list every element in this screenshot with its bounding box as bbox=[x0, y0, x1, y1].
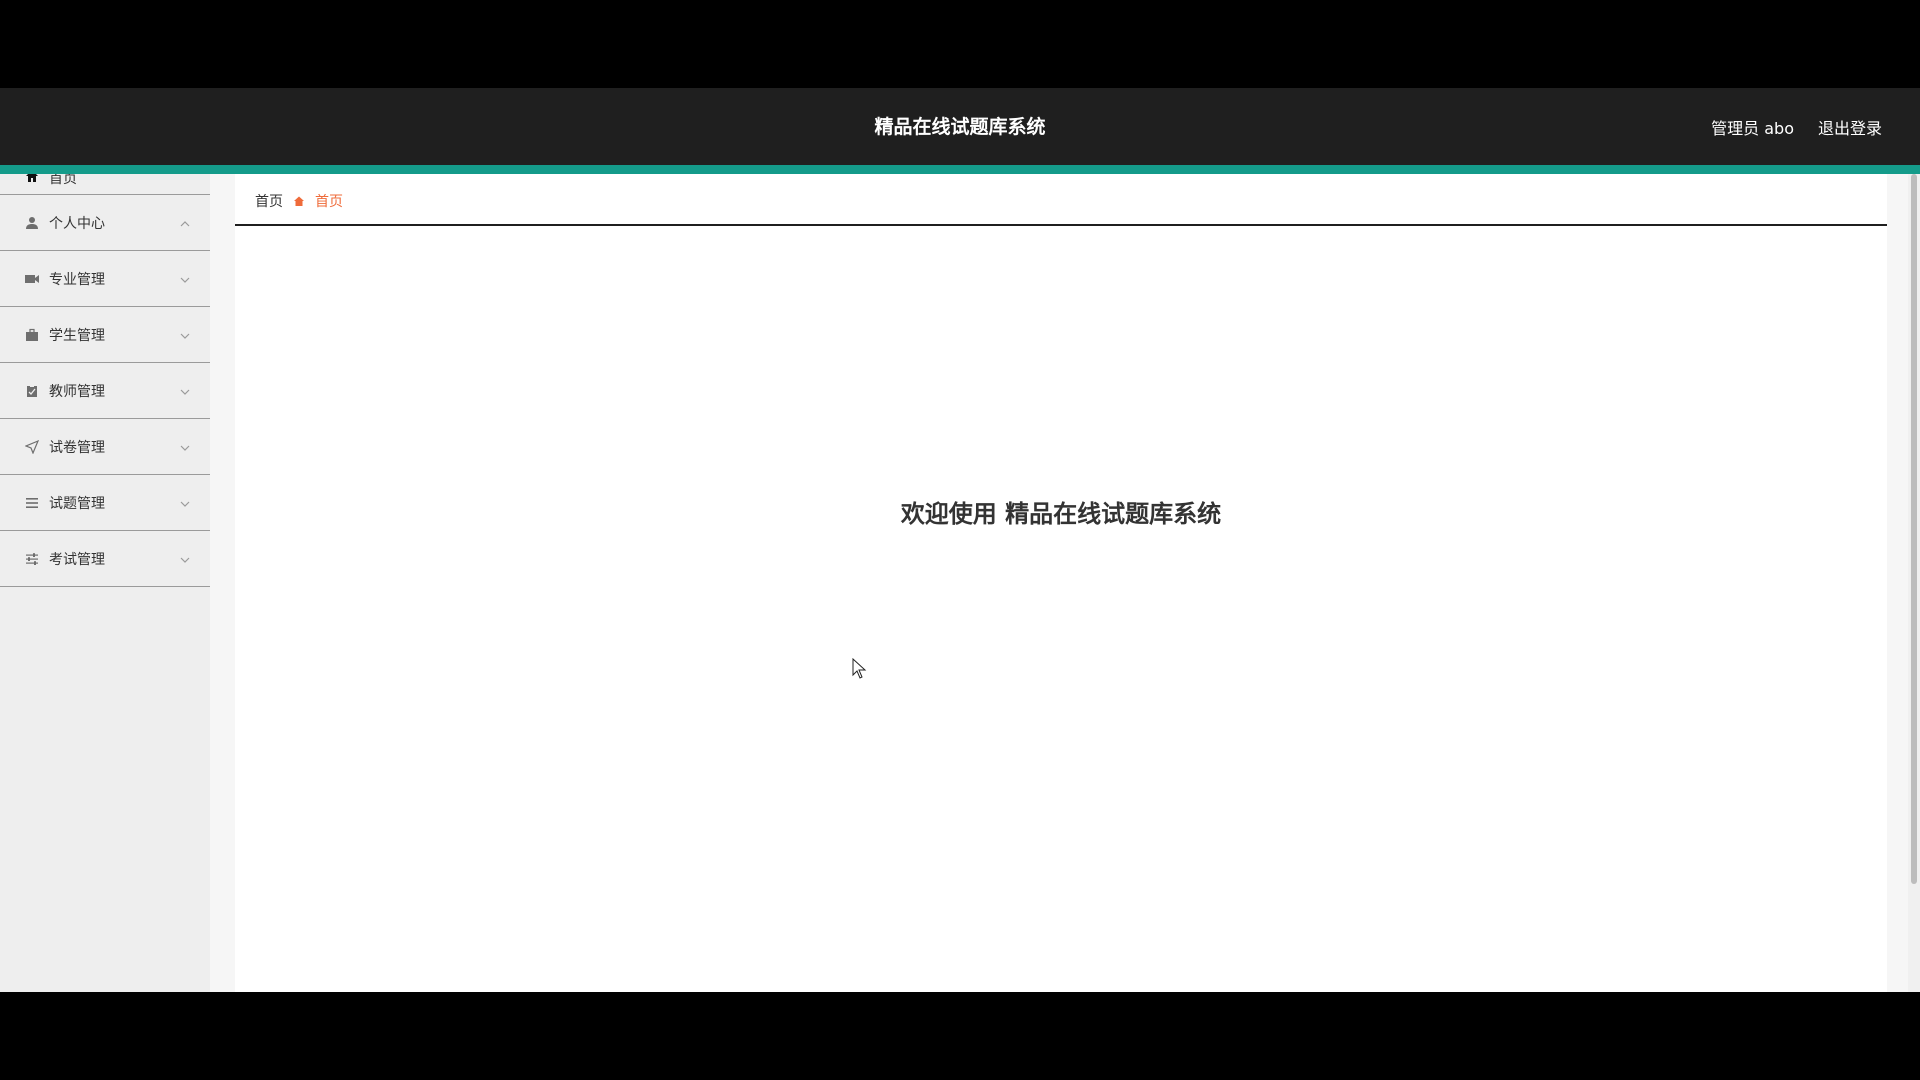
sidebar-item-major-management[interactable]: 专业管理 bbox=[0, 251, 210, 307]
logout-link[interactable]: 退出登录 bbox=[1818, 115, 1882, 139]
sidebar-item-label: 专业管理 bbox=[49, 271, 105, 288]
welcome-message: 欢迎使用 精品在线试题库系统 bbox=[900, 500, 1222, 528]
chevron-down-icon bbox=[180, 273, 190, 283]
breadcrumb-root[interactable]: 首页 bbox=[255, 191, 283, 211]
sidebar-item-teacher-management[interactable]: 教师管理 bbox=[0, 363, 210, 419]
video-icon bbox=[24, 271, 40, 287]
app-title: 精品在线试题库系统 bbox=[874, 116, 1046, 138]
sliders-icon bbox=[24, 551, 40, 567]
sidebar-item-paper-management[interactable]: 试卷管理 bbox=[0, 419, 210, 475]
sidebar-item-label: 个人中心 bbox=[49, 215, 105, 232]
chevron-down-icon bbox=[180, 497, 190, 507]
sidebar-item-exam-management[interactable]: 考试管理 bbox=[0, 531, 210, 587]
sidebar-item-label: 试卷管理 bbox=[49, 439, 105, 456]
scrollbar-thumb[interactable] bbox=[1911, 174, 1917, 884]
page-scrollbar[interactable] bbox=[1908, 174, 1920, 992]
home-icon bbox=[24, 174, 40, 184]
sidebar-item-label: 学生管理 bbox=[49, 327, 105, 344]
top-header: 精品在线试题库系统 管理员 abo 退出登录 bbox=[0, 88, 1920, 165]
home-icon bbox=[293, 195, 305, 207]
briefcase-icon bbox=[24, 327, 40, 343]
clipboard-icon bbox=[24, 383, 40, 399]
app-window: 精品在线试题库系统 管理员 abo 退出登录 首页 个人中心 专业管理 学生管理… bbox=[0, 88, 1920, 992]
list-icon bbox=[24, 495, 40, 511]
sidebar-item-label: 考试管理 bbox=[49, 551, 105, 568]
sidebar: 首页 个人中心 专业管理 学生管理 教师管理 试卷管理 试题管理 考试管理 bbox=[0, 174, 210, 992]
mouse-cursor-icon bbox=[852, 657, 868, 680]
sidebar-item-label: 教师管理 bbox=[49, 383, 105, 400]
header-accent-bar bbox=[0, 165, 1920, 174]
sidebar-item-home[interactable]: 首页 bbox=[0, 174, 210, 195]
breadcrumb-current: 首页 bbox=[315, 194, 343, 210]
breadcrumb-divider bbox=[235, 224, 1887, 226]
breadcrumb: 首页 首页 bbox=[255, 191, 343, 211]
sidebar-item-student-management[interactable]: 学生管理 bbox=[0, 307, 210, 363]
chevron-down-icon bbox=[180, 441, 190, 451]
user-icon bbox=[24, 215, 40, 231]
current-user-label: 管理员 abo bbox=[1711, 119, 1794, 138]
main-content: 首页 首页 欢迎使用 精品在线试题库系统 bbox=[235, 174, 1887, 992]
chevron-down-icon bbox=[180, 553, 190, 563]
sidebar-item-personal-center[interactable]: 个人中心 bbox=[0, 195, 210, 251]
chevron-down-icon bbox=[180, 385, 190, 395]
sidebar-item-question-management[interactable]: 试题管理 bbox=[0, 475, 210, 531]
chevron-down-icon bbox=[180, 329, 190, 339]
send-icon bbox=[24, 439, 40, 455]
sidebar-item-label: 首页 bbox=[49, 174, 77, 187]
chevron-up-icon bbox=[180, 217, 190, 227]
sidebar-item-label: 试题管理 bbox=[49, 495, 105, 512]
